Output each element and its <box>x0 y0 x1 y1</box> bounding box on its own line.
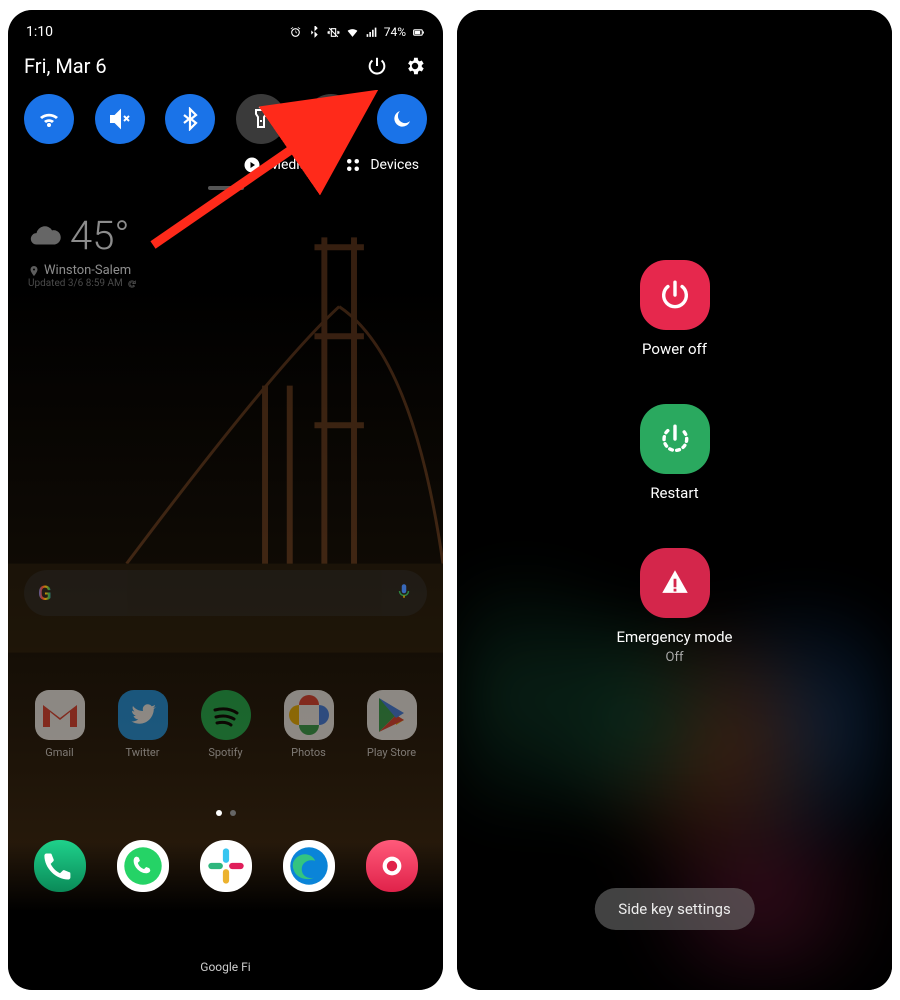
devices-button[interactable]: Devices <box>344 156 419 174</box>
dock-edge[interactable] <box>272 840 346 892</box>
dock <box>8 840 443 892</box>
qs-tile-bluetooth[interactable] <box>165 94 215 144</box>
mute-icon <box>108 107 132 131</box>
camera-icon <box>366 840 418 892</box>
quick-settings-subrow: Media Devices <box>8 150 443 184</box>
power-icon <box>366 55 388 77</box>
qs-tile-mute[interactable] <box>95 94 145 144</box>
status-bar: 1:10 74% <box>8 10 443 44</box>
app-label: Twitter <box>126 746 160 759</box>
dock-whatsapp[interactable] <box>106 840 180 892</box>
battery-percentage: 74% <box>384 25 406 39</box>
app-label: Photos <box>291 746 326 759</box>
mic-icon[interactable] <box>395 582 413 604</box>
power-off-button[interactable]: Power off <box>640 260 710 358</box>
app-photos[interactable]: Photos <box>272 690 346 759</box>
restart-button[interactable]: Restart <box>640 404 710 502</box>
bluetooth-status-icon <box>308 26 321 39</box>
side-key-label: Side key settings <box>618 900 730 918</box>
phone-right: Power off Restart Emergency mode Off Sid… <box>457 10 892 990</box>
dot <box>216 810 222 816</box>
qs-tile-powersave[interactable] <box>306 94 356 144</box>
emergency-mode-button[interactable]: Emergency mode Off <box>616 548 732 665</box>
quick-settings-tiles <box>8 84 443 150</box>
play-icon <box>367 690 417 740</box>
media-label: Media <box>269 157 308 173</box>
dock-phone[interactable] <box>23 840 97 892</box>
settings-icon-button[interactable] <box>403 54 427 78</box>
restart-label: Restart <box>650 484 698 502</box>
app-label: Play Store <box>367 746 416 759</box>
weather-widget[interactable]: 45° Winston-Salem Updated 3/6 8:59 AM <box>8 200 443 301</box>
qs-tile-flashlight[interactable] <box>236 94 286 144</box>
restart-icon <box>658 422 692 456</box>
moon-icon <box>390 107 414 131</box>
app-label: Spotify <box>208 746 242 759</box>
status-time: 1:10 <box>26 24 53 40</box>
media-button[interactable]: Media <box>243 156 308 174</box>
spotify-icon <box>201 690 251 740</box>
app-playstore[interactable]: Play Store <box>355 690 429 759</box>
power-icon-button[interactable] <box>365 54 389 78</box>
photos-icon <box>284 690 334 740</box>
dock-slack[interactable] <box>189 840 263 892</box>
qs-tile-wifi[interactable] <box>24 94 74 144</box>
slack-icon <box>200 840 252 892</box>
page-indicator <box>8 810 443 816</box>
weather-location: Winston-Salem <box>44 263 131 278</box>
signal-icon <box>365 26 378 39</box>
app-gmail[interactable]: Gmail <box>23 690 97 759</box>
gear-icon <box>404 55 426 77</box>
cloud-icon <box>28 219 62 253</box>
play-circle-icon <box>243 156 261 174</box>
devices-label: Devices <box>370 157 419 173</box>
google-fi-label: Google Fi <box>8 960 443 974</box>
app-label: Gmail <box>45 746 73 759</box>
separator <box>325 156 326 174</box>
location-pin-icon <box>28 265 40 277</box>
phone-left: 1:10 74% Fri, Mar 6 <box>8 10 443 990</box>
flashlight-icon <box>249 107 273 131</box>
whatsapp-icon <box>117 840 169 892</box>
weather-temperature: 45° <box>70 212 130 259</box>
battery-icon <box>412 26 425 39</box>
grid-icon <box>344 156 362 174</box>
side-key-settings-button[interactable]: Side key settings <box>594 888 754 930</box>
emergency-state: Off <box>666 650 684 665</box>
power-off-label: Power off <box>642 340 707 358</box>
status-icons: 74% <box>289 25 425 39</box>
bluetooth-icon <box>178 107 202 131</box>
gmail-icon <box>35 690 85 740</box>
wifi-status-icon <box>346 26 359 39</box>
emergency-label: Emergency mode <box>616 628 732 646</box>
refresh-icon <box>127 279 137 289</box>
edge-icon <box>283 840 335 892</box>
app-spotify[interactable]: Spotify <box>189 690 263 759</box>
dock-camera[interactable] <box>355 840 429 892</box>
alarm-icon <box>289 26 302 39</box>
weather-updated: Updated 3/6 8:59 AM <box>28 278 123 289</box>
phone-icon <box>34 840 86 892</box>
vibrate-icon <box>327 26 340 39</box>
home-app-row: Gmail Twitter Spotify Photos Play Store <box>8 690 443 759</box>
dot <box>230 810 236 816</box>
google-logo-icon: G <box>38 581 52 605</box>
wifi-icon <box>37 107 61 131</box>
power-icon <box>658 278 692 312</box>
leaf-battery-icon <box>319 107 343 131</box>
app-twitter[interactable]: Twitter <box>106 690 180 759</box>
google-search-bar[interactable]: G <box>24 570 427 616</box>
qs-date: Fri, Mar 6 <box>24 54 107 78</box>
panel-drag-handle[interactable] <box>208 186 244 190</box>
quick-settings-header: Fri, Mar 6 <box>8 44 443 84</box>
qs-tile-dnd[interactable] <box>377 94 427 144</box>
emergency-icon <box>658 566 692 600</box>
power-menu: Power off Restart Emergency mode Off <box>457 10 892 665</box>
twitter-icon <box>118 690 168 740</box>
